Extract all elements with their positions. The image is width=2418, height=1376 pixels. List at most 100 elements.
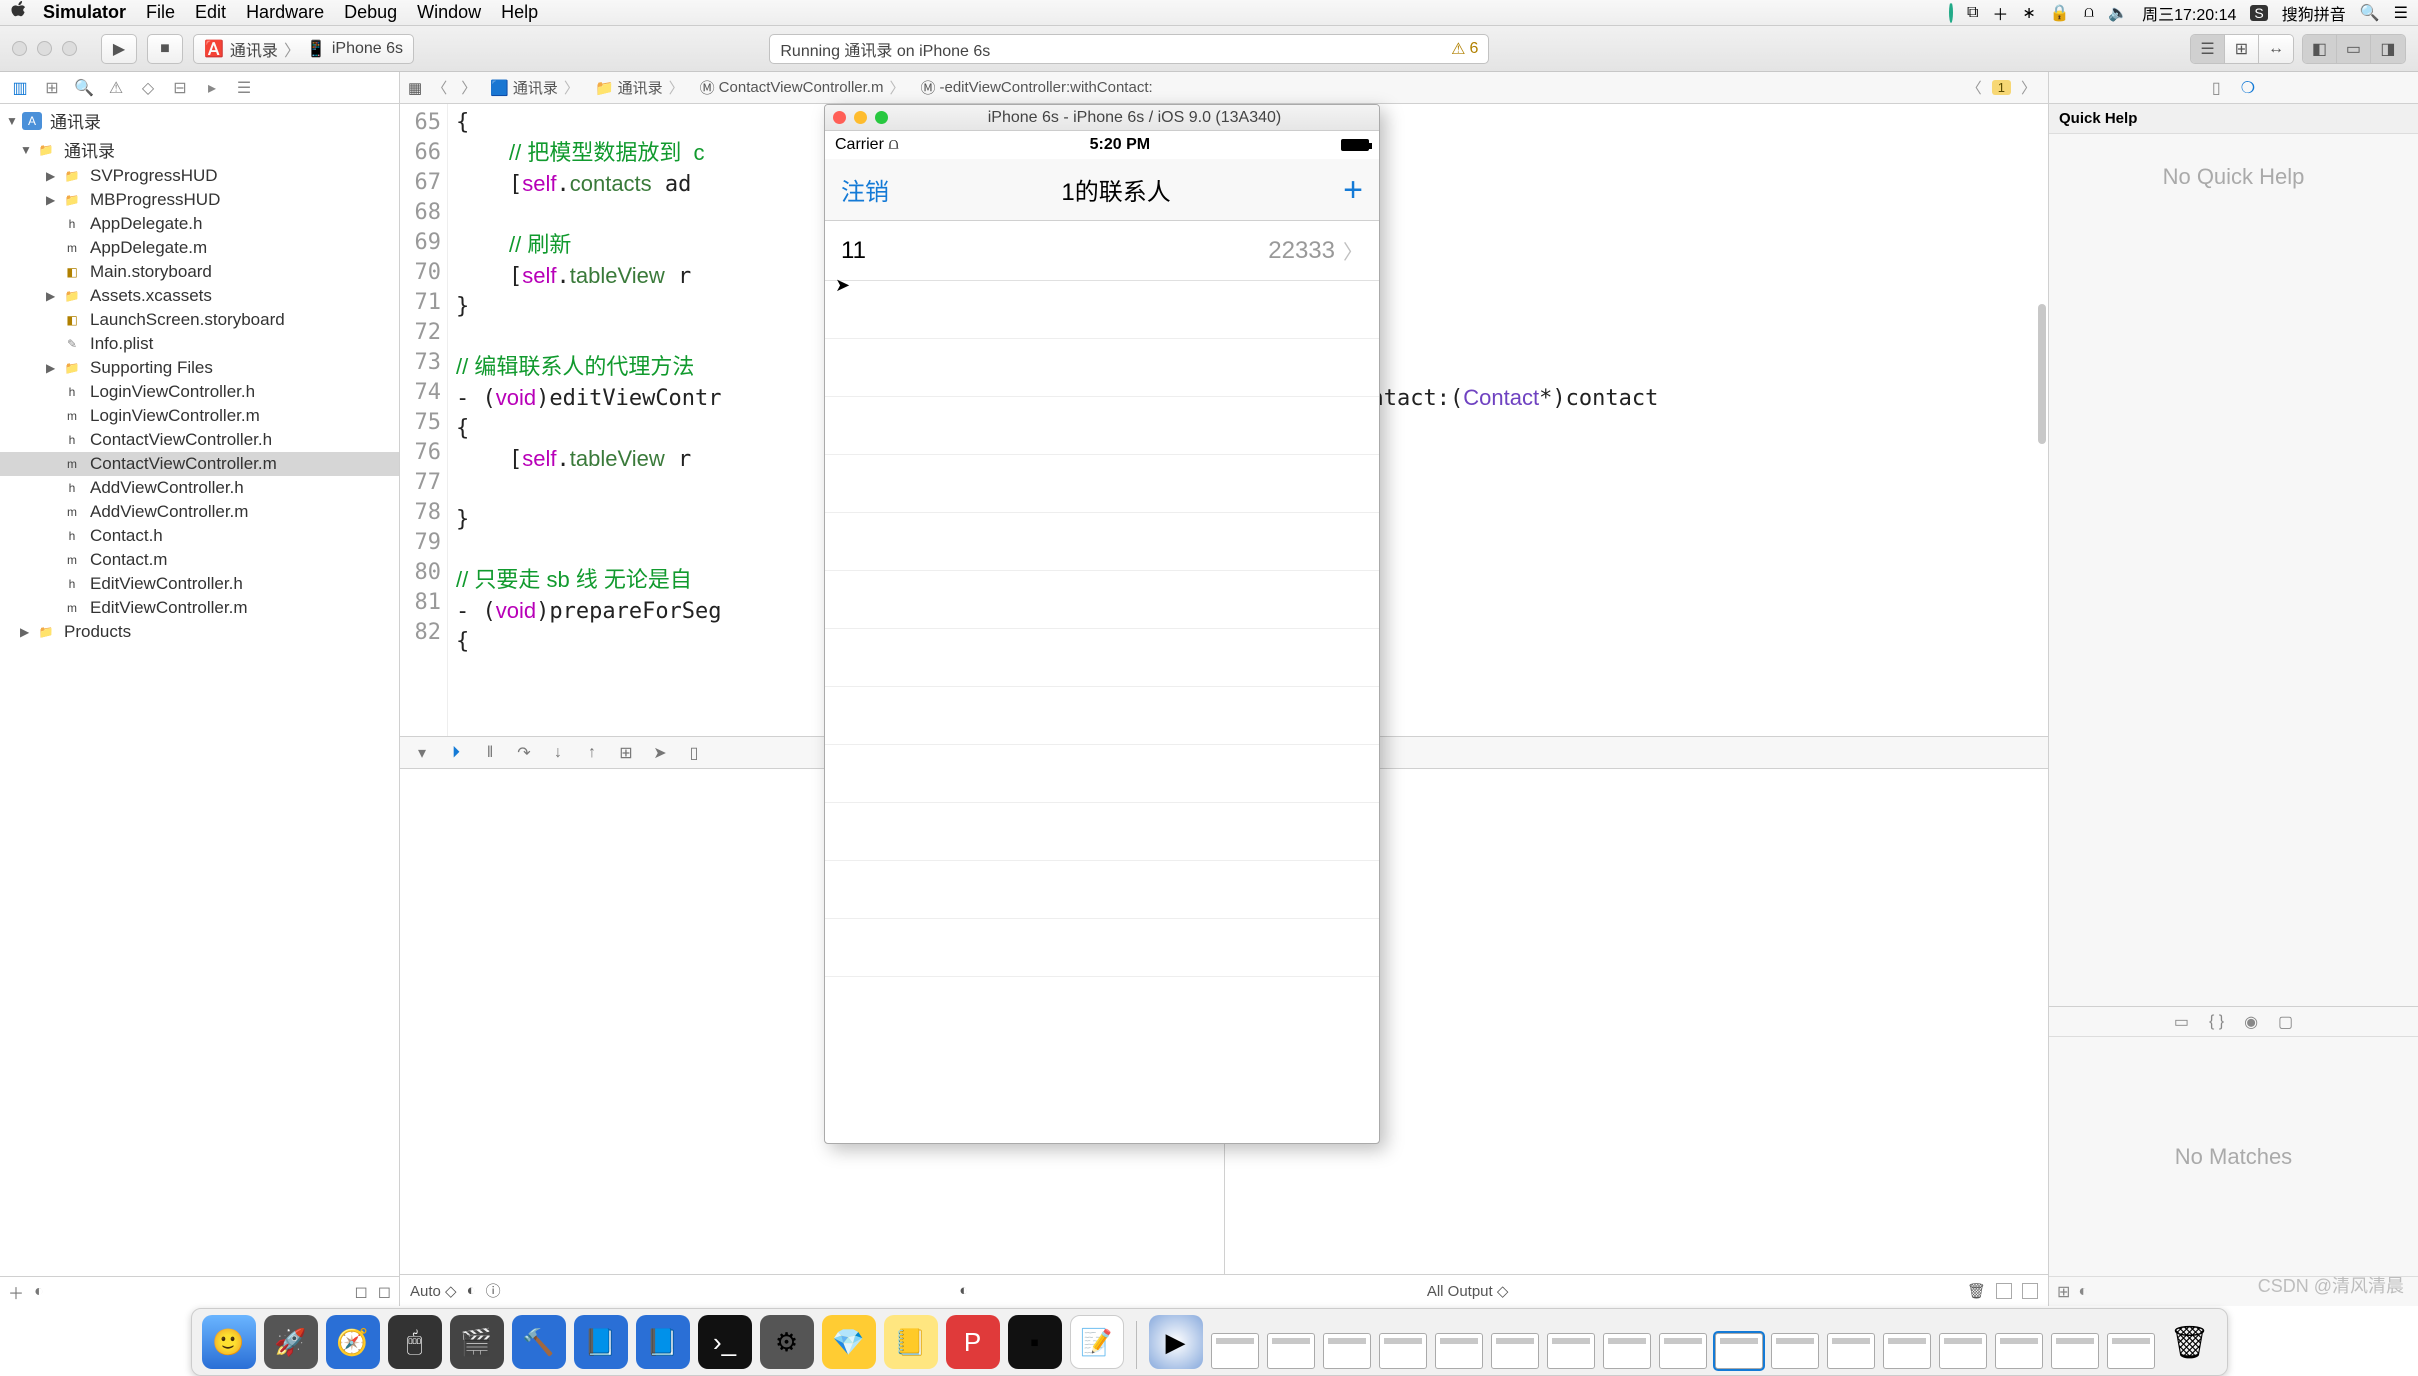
dock-terminal[interactable]: ›_ bbox=[698, 1315, 752, 1369]
tree-item[interactable]: ◧Main.storyboard bbox=[0, 260, 399, 284]
menubar-clock[interactable]: 周三17:20:14 bbox=[2142, 1, 2236, 25]
dock-app-generic2[interactable]: 📘 bbox=[636, 1315, 690, 1369]
tree-root[interactable]: ▼A通讯录 bbox=[0, 106, 399, 135]
forward-button[interactable]: 〉 bbox=[457, 77, 480, 98]
dock-min-window-3[interactable] bbox=[1323, 1333, 1371, 1369]
code-snippet-library-tab[interactable]: { } bbox=[2209, 1013, 2224, 1031]
tree-item[interactable]: ▶📁SVProgressHUD bbox=[0, 164, 399, 188]
jump-crumb-project[interactable]: 🟦通讯录〉 bbox=[486, 77, 585, 98]
tree-item[interactable]: ▶📁Assets.xcassets bbox=[0, 284, 399, 308]
tree-item[interactable]: mContactViewController.m bbox=[0, 452, 399, 476]
back-button[interactable]: 〈 bbox=[428, 77, 451, 98]
tree-item[interactable]: hEditViewController.h bbox=[0, 572, 399, 596]
menubar-ime-label[interactable]: 搜狗拼音 bbox=[2282, 1, 2346, 25]
quick-help-tab[interactable]: ❍ bbox=[2241, 78, 2255, 98]
dock-app-dark[interactable]: ▪ bbox=[1008, 1315, 1062, 1369]
dock-media-player[interactable]: ▶ bbox=[1149, 1315, 1203, 1369]
dock-xcode[interactable]: 🔨 bbox=[512, 1315, 566, 1369]
dock-app-mouse[interactable]: 🖱 bbox=[388, 1315, 442, 1369]
menubar-wifi-icon[interactable]: ⩍ bbox=[2084, 4, 2094, 22]
menubar-lock-icon[interactable]: 🔒 bbox=[2050, 3, 2070, 23]
sim-minimize-icon[interactable] bbox=[854, 111, 867, 124]
object-library-tab[interactable]: ◉ bbox=[2244, 1012, 2258, 1032]
dock-app-p[interactable]: P bbox=[946, 1315, 1000, 1369]
variables-info-icon[interactable]: ⓘ bbox=[486, 1280, 501, 1301]
menubar-volume-icon[interactable]: 🔈 bbox=[2108, 3, 2128, 23]
dock-min-window-12[interactable] bbox=[1827, 1333, 1875, 1369]
library-filter-icon[interactable]: ◐ bbox=[2078, 1283, 2088, 1301]
close-icon[interactable] bbox=[12, 41, 27, 56]
dock-min-window-4[interactable] bbox=[1379, 1333, 1427, 1369]
dock-app-clapper[interactable]: 🎬 bbox=[450, 1315, 504, 1369]
location-button[interactable]: ➤ bbox=[648, 743, 672, 763]
hide-debug-button[interactable]: ▾ bbox=[410, 743, 434, 763]
dock-min-window-2[interactable] bbox=[1267, 1333, 1315, 1369]
contact-cell[interactable]: 11 22333 〉 bbox=[825, 221, 1379, 281]
tree-item[interactable]: ◧LaunchScreen.storyboard bbox=[0, 308, 399, 332]
debug-navigator-tab[interactable]: ⊟ bbox=[168, 76, 192, 100]
dock-trash[interactable]: 🗑 bbox=[2163, 1315, 2217, 1369]
dock-min-window-6[interactable] bbox=[1491, 1333, 1539, 1369]
nav-back-button[interactable]: 注销 bbox=[841, 172, 889, 207]
add-button[interactable]: ＋ bbox=[8, 1280, 24, 1304]
editor-mode-segmented[interactable]: ☰ ⊞ ↔ bbox=[2190, 34, 2294, 64]
toggle-right-pane-button[interactable] bbox=[2022, 1283, 2038, 1299]
test-navigator-tab[interactable]: ◇ bbox=[136, 76, 160, 100]
dock-sketch[interactable]: 💎 bbox=[822, 1315, 876, 1369]
menu-window[interactable]: Window bbox=[417, 2, 481, 23]
step-over-button[interactable]: ↷ bbox=[512, 743, 536, 763]
menubar-plus-icon[interactable]: ＋ bbox=[1992, 1, 2008, 25]
menubar-ime-icon[interactable]: S bbox=[2250, 5, 2267, 21]
symbol-navigator-tab[interactable]: ⊞ bbox=[40, 76, 64, 100]
tree-item[interactable]: hContactViewController.h bbox=[0, 428, 399, 452]
active-app-name[interactable]: Simulator bbox=[43, 2, 126, 23]
dock-min-window-7[interactable] bbox=[1547, 1333, 1595, 1369]
activity-warning[interactable]: ⚠ 6 bbox=[1451, 39, 1478, 59]
nav-add-button[interactable]: + bbox=[1343, 173, 1363, 207]
console-settings-icon[interactable]: ◐ bbox=[959, 1282, 968, 1299]
file-template-library-tab[interactable]: ▭ bbox=[2174, 1012, 2189, 1032]
standard-editor-button[interactable]: ☰ bbox=[2191, 35, 2225, 63]
clear-console-button[interactable]: 🗑 bbox=[1967, 1282, 1986, 1300]
issue-navigator-tab[interactable]: ⚠ bbox=[104, 76, 128, 100]
related-items-button[interactable]: ▦ bbox=[408, 79, 422, 97]
dock-launchpad[interactable]: 🚀 bbox=[264, 1315, 318, 1369]
menubar-notification-icon[interactable]: ☰ bbox=[2394, 3, 2408, 23]
dock-min-window-1[interactable] bbox=[1211, 1333, 1259, 1369]
dock-finder[interactable]: 🙂 bbox=[202, 1315, 256, 1369]
tree-item[interactable]: ✎Info.plist bbox=[0, 332, 399, 356]
tree-item[interactable]: ▶📁MBProgressHUD bbox=[0, 188, 399, 212]
dock-min-window-17[interactable] bbox=[2107, 1333, 2155, 1369]
tree-item[interactable]: mEditViewController.m bbox=[0, 596, 399, 620]
menubar-status-rec-icon[interactable] bbox=[1949, 4, 1953, 22]
scheme-selector[interactable]: 🅰️ 通讯录 〉 📱 iPhone 6s bbox=[193, 34, 414, 64]
dock-min-window-11[interactable] bbox=[1771, 1333, 1819, 1369]
sim-zoom-icon[interactable] bbox=[875, 111, 888, 124]
dock-min-window-13[interactable] bbox=[1883, 1333, 1931, 1369]
variables-filter[interactable]: Auto ◇ bbox=[410, 1282, 457, 1300]
jump-warning-count[interactable]: 1 bbox=[1992, 80, 2011, 95]
menu-debug[interactable]: Debug bbox=[344, 2, 397, 23]
dock-settings[interactable]: ⚙ bbox=[760, 1315, 814, 1369]
toggle-left-pane-button[interactable] bbox=[1996, 1283, 2012, 1299]
tree-item[interactable]: ▶📁Supporting Files bbox=[0, 356, 399, 380]
dock-min-window-9[interactable] bbox=[1659, 1333, 1707, 1369]
stop-button[interactable]: ■ bbox=[147, 34, 183, 64]
dock-notes[interactable]: 📒 bbox=[884, 1315, 938, 1369]
toggle-utilities-button[interactable]: ◨ bbox=[2371, 35, 2405, 63]
breakpoints-button[interactable]: ⏵ bbox=[444, 744, 468, 762]
dock-min-window-10[interactable] bbox=[1715, 1333, 1763, 1369]
menu-edit[interactable]: Edit bbox=[195, 2, 226, 23]
file-inspector-tab[interactable]: ▯ bbox=[2212, 78, 2221, 98]
jump-crumb-group[interactable]: 📁通讯录〉 bbox=[591, 77, 690, 98]
dock-app-generic1[interactable]: 📘 bbox=[574, 1315, 628, 1369]
find-navigator-tab[interactable]: 🔍 bbox=[72, 76, 96, 100]
menu-file[interactable]: File bbox=[146, 2, 175, 23]
dock-min-window-16[interactable] bbox=[2051, 1333, 2099, 1369]
sim-close-icon[interactable] bbox=[833, 111, 846, 124]
dock-min-window-15[interactable] bbox=[1995, 1333, 2043, 1369]
run-button[interactable]: ▶ bbox=[101, 34, 137, 64]
tree-item[interactable]: hAppDelegate.h bbox=[0, 212, 399, 236]
dock-min-window-5[interactable] bbox=[1435, 1333, 1483, 1369]
library-view-grid-icon[interactable]: ⊞ bbox=[2057, 1282, 2070, 1302]
